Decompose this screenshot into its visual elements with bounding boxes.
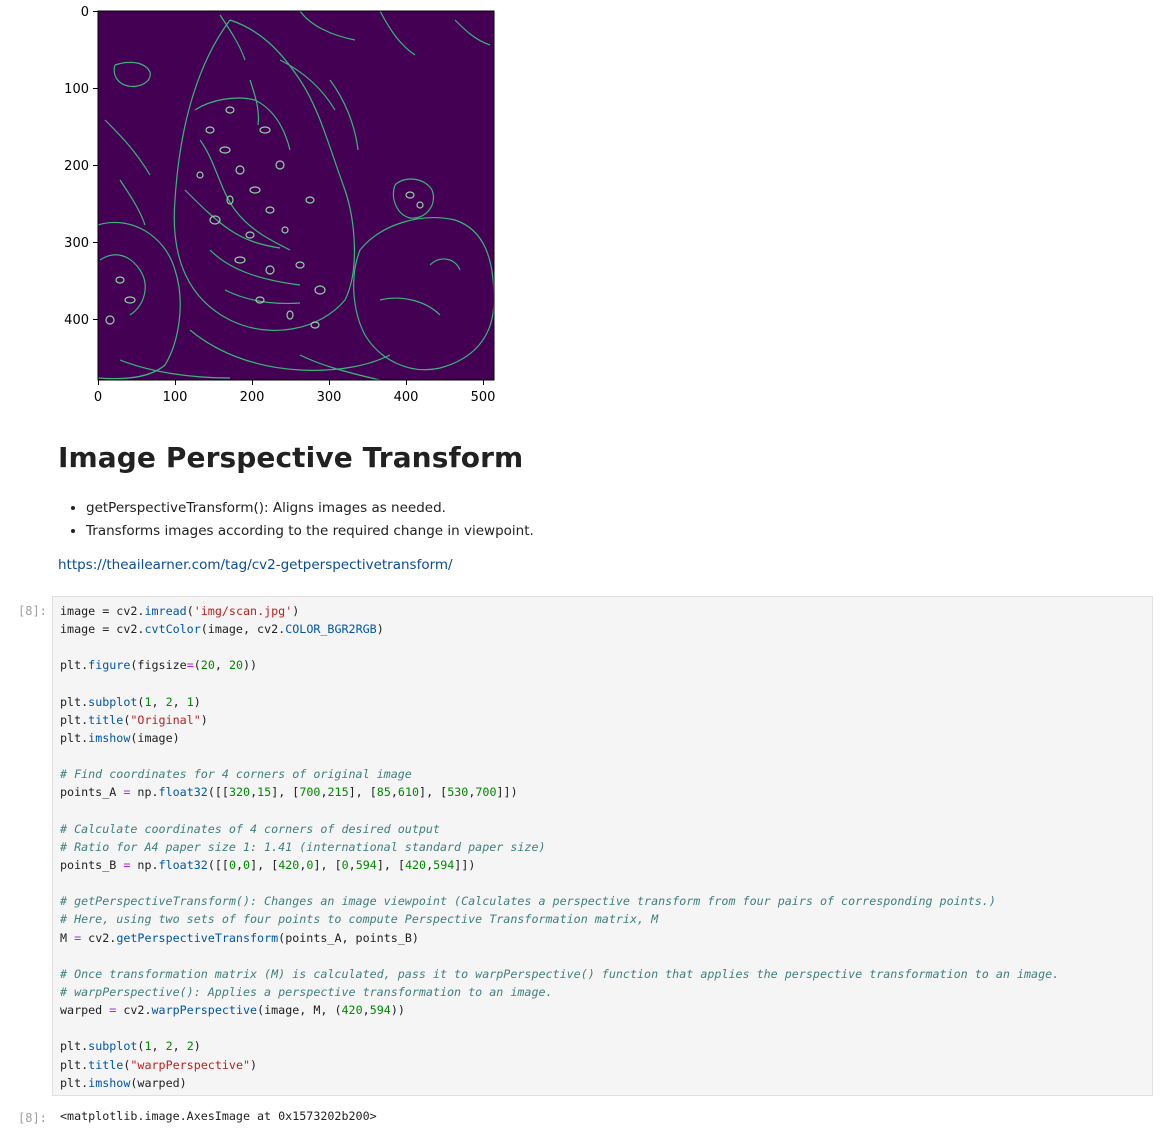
code-lines: image = cv2.imread('img/scan.jpg') image… xyxy=(60,602,1059,1092)
y-tick-label: 200 xyxy=(64,159,89,174)
list-item: Transforms images according to the requi… xyxy=(86,520,534,543)
code-line: image = cv2.imread('img/scan.jpg') xyxy=(60,604,300,618)
code-line: plt.figure(figsize=(20, 20)) xyxy=(60,658,258,673)
plot-svg: 0 100 200 300 400 500 0 100 200 300 400 xyxy=(64,5,496,405)
y-axis xyxy=(93,11,98,320)
x-tick-label: 400 xyxy=(394,390,419,405)
code-line: M = cv2.getPerspectiveTransform(points_A… xyxy=(60,930,419,945)
y-tick-label: 0 xyxy=(81,5,89,20)
x-tick-label: 100 xyxy=(163,390,188,405)
edge-image-plot: 0 100 200 300 400 500 0 100 200 300 400 xyxy=(0,0,520,420)
bullet-list: getPerspectiveTransform(): Aligns images… xyxy=(58,497,534,543)
x-axis xyxy=(98,380,484,385)
x-tick-label: 300 xyxy=(317,390,342,405)
code-line: image = cv2.cvtColor(image, cv2.COLOR_BG… xyxy=(60,622,384,637)
y-tick-label: 400 xyxy=(64,313,89,328)
list-item: getPerspectiveTransform(): Aligns images… xyxy=(86,497,534,520)
y-tick-label: 100 xyxy=(64,82,89,97)
code-line: plt.title("warpPerspective") xyxy=(60,1057,258,1072)
code-comment: # warpPerspective(): Applies a perspecti… xyxy=(60,984,553,999)
y-tick-label: 300 xyxy=(64,236,89,251)
cell-output: <matplotlib.image.AxesImage at 0x1573202… xyxy=(60,1109,377,1123)
code-comment: # Ratio for A4 paper size 1: 1.41 (inter… xyxy=(60,839,546,854)
output-prompt: [8]: xyxy=(18,1111,47,1125)
code-comment: # getPerspectiveTransform(): Changes an … xyxy=(60,894,996,909)
code-line: plt.imshow(warped) xyxy=(60,1075,187,1090)
x-tick-label: 200 xyxy=(240,390,265,405)
code-line: warped = cv2.warpPerspective(image, M, (… xyxy=(60,1003,405,1018)
code-editor[interactable]: image = cv2.imread('img/scan.jpg') image… xyxy=(52,596,1153,1096)
code-line: plt.title("Original") xyxy=(60,712,208,727)
code-comment: # Here, using two sets of four points to… xyxy=(60,912,659,927)
code-line: plt.imshow(image) xyxy=(60,730,180,745)
image-background xyxy=(98,11,494,380)
code-comment: # Find coordinates for 4 corners of orig… xyxy=(60,767,412,782)
code-line: plt.subplot(1, 2, 1) xyxy=(60,694,201,709)
section-heading: Image Perspective Transform xyxy=(58,441,524,474)
input-prompt: [8]: xyxy=(18,604,47,618)
code-line: plt.subplot(1, 2, 2) xyxy=(60,1039,201,1054)
code-comment: # Calculate coordinates of 4 corners of … xyxy=(60,821,440,836)
code-comment: # Once transformation matrix (M) is calc… xyxy=(60,966,1060,981)
code-line: points_B = np.float32([[0,0], [420,0], [… xyxy=(60,857,476,872)
x-tick-label: 500 xyxy=(471,390,496,405)
code-line: points_A = np.float32([[320,15], [700,21… xyxy=(60,785,518,800)
reference-link[interactable]: https://theailearner.com/tag/cv2-getpers… xyxy=(58,557,453,573)
x-tick-label: 0 xyxy=(94,390,102,405)
